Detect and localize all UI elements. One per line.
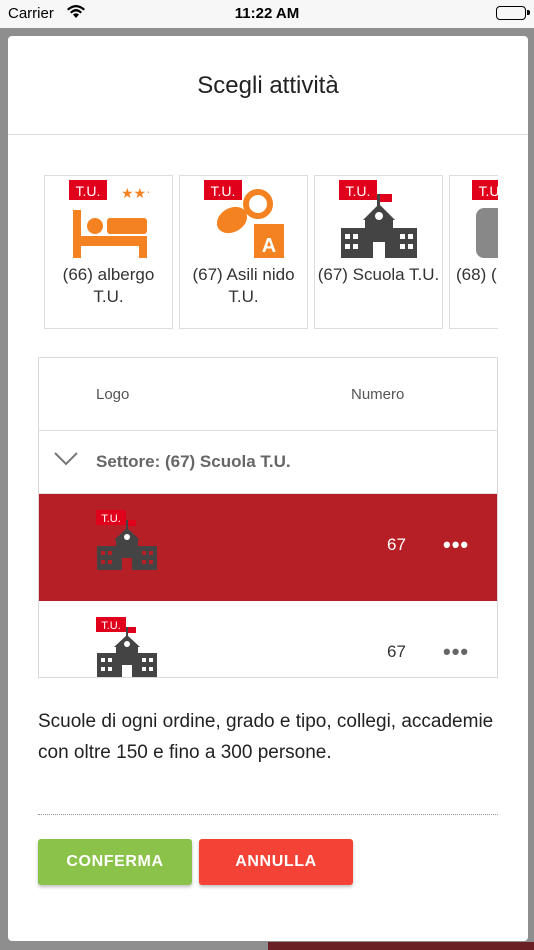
backdrop-strip [268, 942, 534, 950]
activity-carousel[interactable]: T.U. ★★★ (66) albergo T.U. A T.U. (67) A… [44, 175, 498, 329]
chevron-down-icon[interactable] [53, 450, 79, 466]
row-number: 67 [387, 642, 406, 661]
activity-table: Logo Numero Settore: (67) Scuola T.U. T.… [38, 357, 498, 678]
tu-badge-text: T.U. [101, 620, 121, 632]
activity-picker-modal: Scegli attività T.U. ★★★ (66) albergo T.… [8, 36, 528, 941]
table-row[interactable]: T.U. 67 ••• [39, 494, 497, 601]
activity-card-label: (66) albergo T.U. [62, 265, 155, 306]
column-header-logo[interactable]: Logo [96, 386, 129, 403]
dotted-divider [38, 814, 498, 815]
row-number: 67 [387, 535, 406, 554]
hotel-bed-icon: T.U. ★★★ [69, 180, 149, 258]
activity-card-partial[interactable]: T.U. (68) ( [449, 175, 498, 329]
table-header: Logo Numero [39, 358, 497, 431]
svg-text:★★★: ★★★ [121, 186, 149, 202]
activity-card-asili-nido[interactable]: A T.U. (67) Asili nido T.U. [179, 175, 308, 329]
table-row[interactable]: T.U. 67 ••• [39, 601, 497, 677]
confirm-button[interactable]: CONFERMA [38, 839, 192, 885]
tu-badge-text: T.U. [479, 183, 498, 199]
tu-badge-text: T.U. [101, 513, 121, 525]
school-building-icon: T.U. [339, 180, 417, 258]
tu-badge-text: T.U. [76, 183, 101, 199]
svg-text:A: A [262, 235, 276, 257]
more-options-icon[interactable]: ••• [443, 532, 469, 558]
activity-card-label: (67) Scuola T.U. [317, 265, 440, 284]
tu-badge-text: T.U. [346, 183, 371, 199]
cancel-button[interactable]: ANNULLA [199, 839, 353, 885]
title-divider [8, 134, 528, 135]
activity-card-label: (68) ( [456, 265, 497, 284]
clock: 11:22 AM [234, 5, 300, 22]
generic-activity-icon: T.U. [472, 180, 498, 258]
modal-title: Scegli attività [197, 72, 339, 99]
group-row-settore[interactable]: Settore: (67) Scuola T.U. [39, 431, 497, 494]
group-label: Settore: (67) Scuola T.U. [96, 452, 291, 471]
activity-card-albergo[interactable]: T.U. ★★★ (66) albergo T.U. [44, 175, 173, 329]
activity-card-label: (67) Asili nido T.U. [192, 265, 295, 306]
tu-badge-text: T.U. [211, 183, 236, 199]
column-header-number[interactable]: Numero [351, 386, 404, 403]
school-building-icon: T.U. [96, 510, 157, 570]
activity-card-scuola[interactable]: T.U. (67) Scuola T.U. [314, 175, 443, 329]
status-bar: Carrier 11:22 AM [0, 0, 534, 28]
more-options-icon[interactable]: ••• [443, 639, 469, 665]
battery-icon [496, 6, 530, 20]
activity-description: Scuole di ogni ordine, grado e tipo, col… [38, 711, 494, 763]
pacifier-icon: A T.U. [204, 180, 284, 258]
school-building-icon: T.U. [96, 617, 157, 677]
